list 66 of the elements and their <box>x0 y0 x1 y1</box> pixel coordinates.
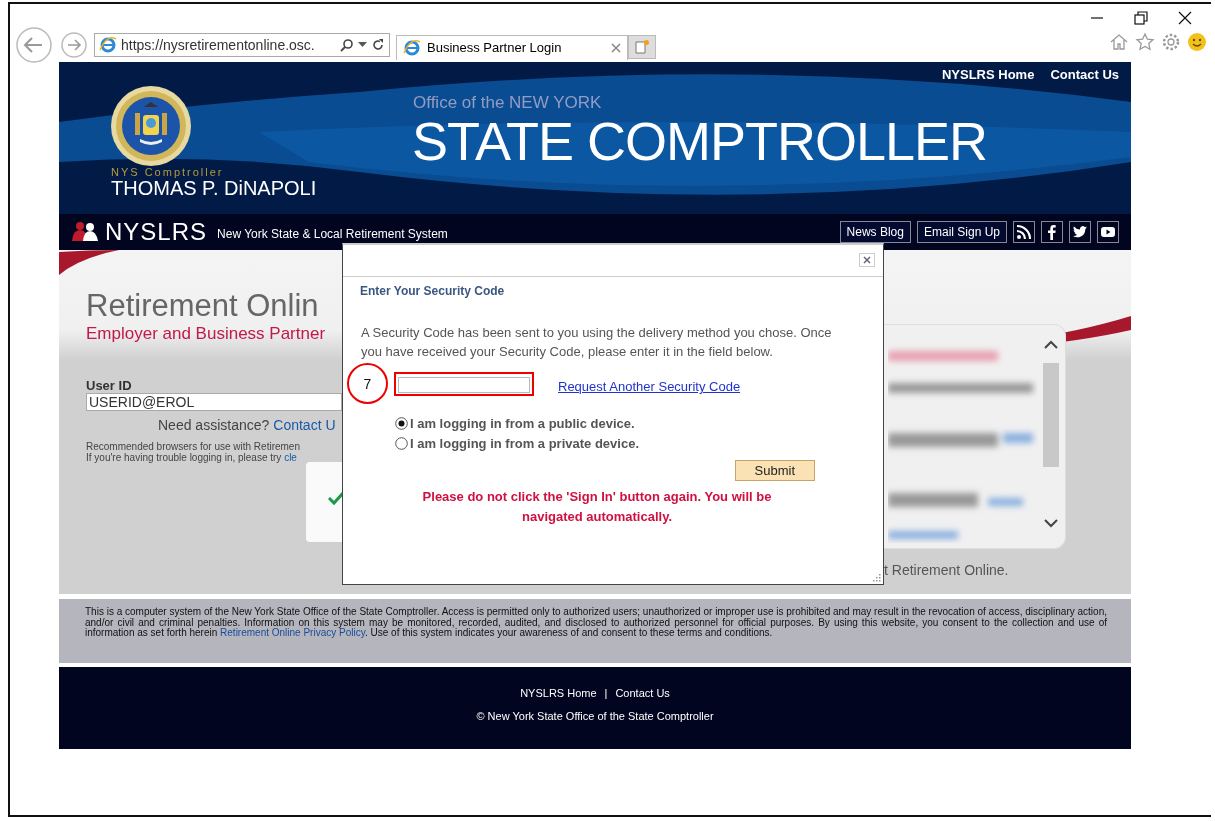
twitter-button[interactable] <box>1069 221 1091 243</box>
smiley-icon[interactable] <box>1187 32 1207 52</box>
close-button[interactable] <box>859 253 875 267</box>
system-name: New York State & Local Retirement System <box>217 227 448 241</box>
panel-caption: t Retirement Online. <box>884 562 1009 578</box>
submit-button[interactable]: Submit <box>734 460 815 481</box>
user-id-field[interactable]: USERID@EROL <box>86 393 342 411</box>
ie-logo-icon <box>99 36 117 54</box>
copyright-text: © New York State Office of the State Comptroller <box>476 710 714 722</box>
scrollbar-thumb[interactable] <box>1043 363 1059 467</box>
security-code-field[interactable] <box>394 371 534 396</box>
browser-tab[interactable]: Business Partner Login <box>396 34 628 60</box>
youtube-button[interactable] <box>1097 221 1119 243</box>
brand-name: NYSLRS <box>105 218 208 246</box>
trouble-note: If you're having trouble logging in, please try <box>86 452 283 463</box>
header-link[interactable]: Contact Us <box>1050 67 1119 82</box>
settings-icon[interactable] <box>1161 32 1181 52</box>
request-code-link[interactable]: Request Another Security Code <box>558 379 741 394</box>
header-link[interactable]: NYSLRS Home <box>941 67 1035 82</box>
seal-icon <box>110 85 192 167</box>
office-line: Office of the NEW YORK <box>413 94 602 111</box>
footer-link[interactable]: Contact Us <box>615 687 670 699</box>
nav-button[interactable]: News Blog <box>839 221 911 243</box>
star-icon[interactable] <box>1135 32 1155 52</box>
assistance-text: Need assistance? <box>158 417 270 433</box>
new-tab-icon <box>634 39 650 55</box>
comptroller-name: THOMAS P. DiNAPOLI <box>111 177 317 200</box>
home-icon[interactable] <box>1109 32 1129 52</box>
refresh-icon[interactable] <box>371 38 385 52</box>
ie-logo-icon <box>403 38 421 57</box>
footer-link[interactable]: NYSLRS Home <box>520 687 597 699</box>
check-icon <box>328 492 344 506</box>
dropdown-icon[interactable] <box>358 42 367 48</box>
radio-label[interactable]: I am logging in from a public device. <box>410 416 635 431</box>
search-icon[interactable] <box>340 38 354 52</box>
address-bar[interactable]: https://nysretirementonline.osc. <box>94 33 390 57</box>
bird-icon <box>1072 224 1088 240</box>
page-title: Retirement Onlin <box>86 288 320 324</box>
close-icon <box>863 256 871 264</box>
field-label: User ID <box>86 378 133 393</box>
warning-message: Please do not click the 'Sign In' button again. You will be navigated automatically. <box>421 488 773 526</box>
office-title: STATE COMPTROLLER <box>412 114 988 168</box>
browser-note: Recommended browsers for use with Retiremen <box>86 441 301 452</box>
close-icon[interactable] <box>1177 10 1193 26</box>
dialog-title: Enter Your Security Code <box>360 284 506 298</box>
radio-button[interactable] <box>395 437 408 450</box>
nav-button[interactable]: Email Sign Up <box>916 221 1007 243</box>
link-separator: | <box>604 687 608 699</box>
swoosh-drawing <box>59 250 119 275</box>
resize-grip-icon[interactable] <box>871 572 881 582</box>
play-icon <box>1100 224 1116 240</box>
rss-icon <box>1016 224 1032 240</box>
facebook-button[interactable] <box>1041 221 1063 243</box>
page-subtitle: Employer and Business Partner <box>86 324 327 344</box>
restore-icon[interactable] <box>1133 10 1149 26</box>
comptroller-label: NYS Comptroller <box>111 166 224 178</box>
disclaimer-text: This is a computer system of the New York State Office of the State Comptroller. Access is permitted only to authorized users; unauthorized or improper use is prohibited and may result in the revocation of access, disciplinary action, and/or civil and criminal penalties. Information on this system may be monitored, recorded, audited, and disclosed to authorized personnel for official purposes. By using this website, you consent to the collection and use of information as set forth herein Retirement Online Privacy Policy. Use of this system indicates your awareness of and consent to these terms and conditions. <box>59 599 1131 663</box>
help-link[interactable]: cle <box>284 452 297 463</box>
radio-label[interactable]: I am logging in from a private device. <box>410 436 639 451</box>
dialog-message: A Security Code has been sent to you using the delivery method you chose. Once you have received your Security Code, please enter it in the field below. <box>361 324 833 361</box>
rss-button[interactable] <box>1013 221 1035 243</box>
privacy-policy-link[interactable]: Retirement Online Privacy Policy <box>220 627 365 638</box>
step-marker: 7 <box>347 363 388 404</box>
contact-link[interactable]: Contact U <box>273 417 336 433</box>
people-logo-icon <box>69 221 101 243</box>
radio-button[interactable] <box>395 417 408 430</box>
